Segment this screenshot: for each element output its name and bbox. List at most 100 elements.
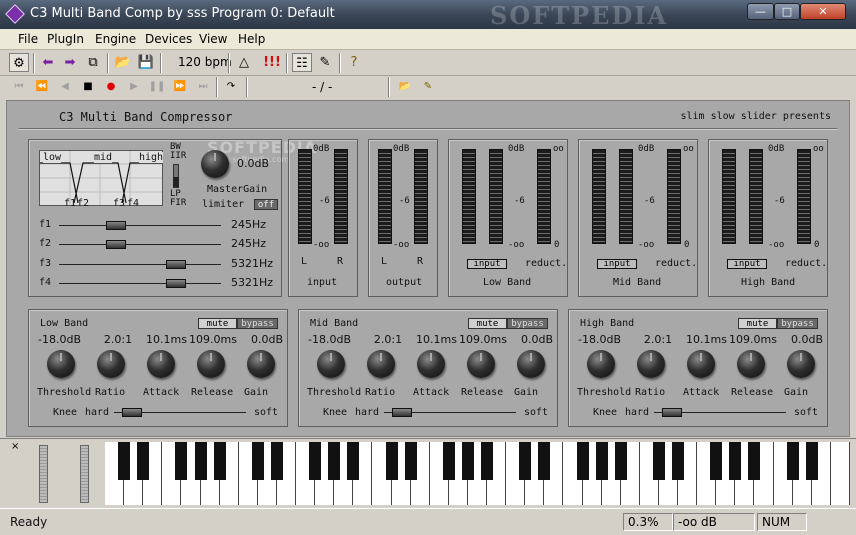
black-key[interactable] xyxy=(461,442,474,480)
forward-arrow-icon[interactable]: ➡ xyxy=(60,53,80,72)
keyboard-edit-icon[interactable]: ✎ xyxy=(315,53,335,72)
black-key[interactable] xyxy=(347,442,360,480)
low-band-input-button[interactable]: input xyxy=(467,259,507,269)
black-key[interactable] xyxy=(309,442,322,480)
high-band-ratio-knob[interactable] xyxy=(637,350,665,378)
black-key[interactable] xyxy=(385,442,398,480)
high-band-knee-slider[interactable] xyxy=(662,408,682,417)
high-band-attack-knob[interactable] xyxy=(687,350,715,378)
black-key[interactable] xyxy=(175,442,188,480)
black-key[interactable] xyxy=(786,442,799,480)
black-key[interactable] xyxy=(652,442,665,480)
menu-devices[interactable]: Devices xyxy=(145,32,192,46)
menu-help[interactable]: Help xyxy=(238,32,265,46)
record-icon[interactable]: ● xyxy=(102,78,120,95)
high-band-mute-button[interactable]: mute xyxy=(738,318,777,329)
low-band-release-knob[interactable] xyxy=(197,350,225,378)
app-icon[interactable] xyxy=(5,4,25,24)
close-icon[interactable]: × xyxy=(11,441,19,452)
mid-band-ratio-knob[interactable] xyxy=(367,350,395,378)
menu-view[interactable]: View xyxy=(199,32,227,46)
black-key[interactable] xyxy=(614,442,627,480)
copy-icon[interactable]: ⧉ xyxy=(83,53,103,72)
high-band-release-knob[interactable] xyxy=(737,350,765,378)
high-band-input-button[interactable]: input xyxy=(727,259,767,269)
low-band-bypass-button[interactable]: bypass xyxy=(237,318,278,329)
piano-keyboard[interactable] xyxy=(105,442,850,505)
freq-slider-f1[interactable] xyxy=(105,221,126,230)
mid-band-attack-knob[interactable] xyxy=(417,350,445,378)
settings-icon[interactable]: ⚙ xyxy=(9,53,29,72)
black-key[interactable] xyxy=(805,442,818,480)
low-band-knee-slider[interactable] xyxy=(122,408,142,417)
black-key[interactable] xyxy=(672,442,685,480)
black-key[interactable] xyxy=(729,442,742,480)
metronome-icon[interactable]: △ xyxy=(234,53,254,72)
open-icon[interactable]: 📂 xyxy=(396,78,414,95)
freq-slider-f2[interactable] xyxy=(105,240,126,249)
low-band-threshold-knob[interactable] xyxy=(47,350,75,378)
filter-switch[interactable] xyxy=(173,164,179,188)
black-key[interactable] xyxy=(118,442,131,480)
menu-plugin[interactable]: PlugIn xyxy=(47,32,84,46)
mid-band-release-knob[interactable] xyxy=(467,350,495,378)
low-band-mute-button[interactable]: mute xyxy=(198,318,237,329)
crossover-graph[interactable]: low mid high xyxy=(39,150,164,206)
black-key[interactable] xyxy=(404,442,417,480)
black-key[interactable] xyxy=(213,442,226,480)
master-gain-knob[interactable] xyxy=(201,150,229,178)
black-key[interactable] xyxy=(538,442,551,480)
forward-end-icon[interactable]: ⏭ xyxy=(194,78,212,95)
mid-band-input-button[interactable]: input xyxy=(597,259,637,269)
black-key[interactable] xyxy=(442,442,455,480)
mod-wheel[interactable] xyxy=(80,445,89,503)
save-icon[interactable]: 💾 xyxy=(136,53,156,72)
black-key[interactable] xyxy=(595,442,608,480)
freq-slider-f3[interactable] xyxy=(165,260,186,269)
alert-icon[interactable]: !!! xyxy=(262,53,282,72)
low-band-gain-knob[interactable] xyxy=(247,350,275,378)
black-key[interactable] xyxy=(137,442,150,480)
mid-band-bypass-button[interactable]: bypass xyxy=(507,318,548,329)
menu-engine[interactable]: Engine xyxy=(95,32,136,46)
maximize-button[interactable]: □ xyxy=(774,3,800,20)
mid-band-mute-button[interactable]: mute xyxy=(468,318,507,329)
low-band-attack-knob[interactable] xyxy=(147,350,175,378)
open-icon[interactable]: 📂 xyxy=(113,53,133,72)
white-key[interactable] xyxy=(830,442,850,505)
back-icon[interactable]: ◀ xyxy=(56,78,74,95)
help-icon[interactable]: ? xyxy=(344,53,364,72)
mid-band-gain-knob[interactable] xyxy=(517,350,545,378)
stop-icon[interactable]: ■ xyxy=(79,78,97,95)
black-key[interactable] xyxy=(251,442,264,480)
mid-band-threshold-knob[interactable] xyxy=(317,350,345,378)
edit-icon[interactable]: ✎ xyxy=(419,78,437,95)
black-key[interactable] xyxy=(748,442,761,480)
forward-icon[interactable]: ⏩ xyxy=(171,78,189,95)
black-key[interactable] xyxy=(481,442,494,480)
black-key[interactable] xyxy=(519,442,532,480)
high-band-threshold-knob[interactable] xyxy=(587,350,615,378)
low-band-ratio-knob[interactable] xyxy=(97,350,125,378)
limiter-toggle[interactable]: off xyxy=(254,199,278,210)
black-key[interactable] xyxy=(576,442,589,480)
pause-icon[interactable]: ❚❚ xyxy=(148,78,166,95)
back-arrow-icon[interactable]: ⬅ xyxy=(38,53,58,72)
mid-band-knee-slider[interactable] xyxy=(392,408,412,417)
high-band-bypass-button[interactable]: bypass xyxy=(777,318,818,329)
freq-slider-f4[interactable] xyxy=(165,279,186,288)
high-band-gain-knob[interactable] xyxy=(787,350,815,378)
play-icon[interactable]: ▶ xyxy=(125,78,143,95)
piano-icon[interactable]: ☷ xyxy=(292,53,312,72)
black-key[interactable] xyxy=(710,442,723,480)
rewind-icon[interactable]: ⏪ xyxy=(33,78,51,95)
loop-icon[interactable]: ↷ xyxy=(222,78,240,95)
black-key[interactable] xyxy=(328,442,341,480)
minimize-button[interactable]: — xyxy=(747,3,774,20)
bpm-display[interactable]: 120 bpm xyxy=(178,55,232,69)
rewind-start-icon[interactable]: ⏮ xyxy=(10,78,28,95)
black-key[interactable] xyxy=(270,442,283,480)
close-button[interactable]: ✕ xyxy=(800,3,846,20)
menu-file[interactable]: File xyxy=(18,32,38,46)
pitch-wheel[interactable] xyxy=(39,445,48,503)
